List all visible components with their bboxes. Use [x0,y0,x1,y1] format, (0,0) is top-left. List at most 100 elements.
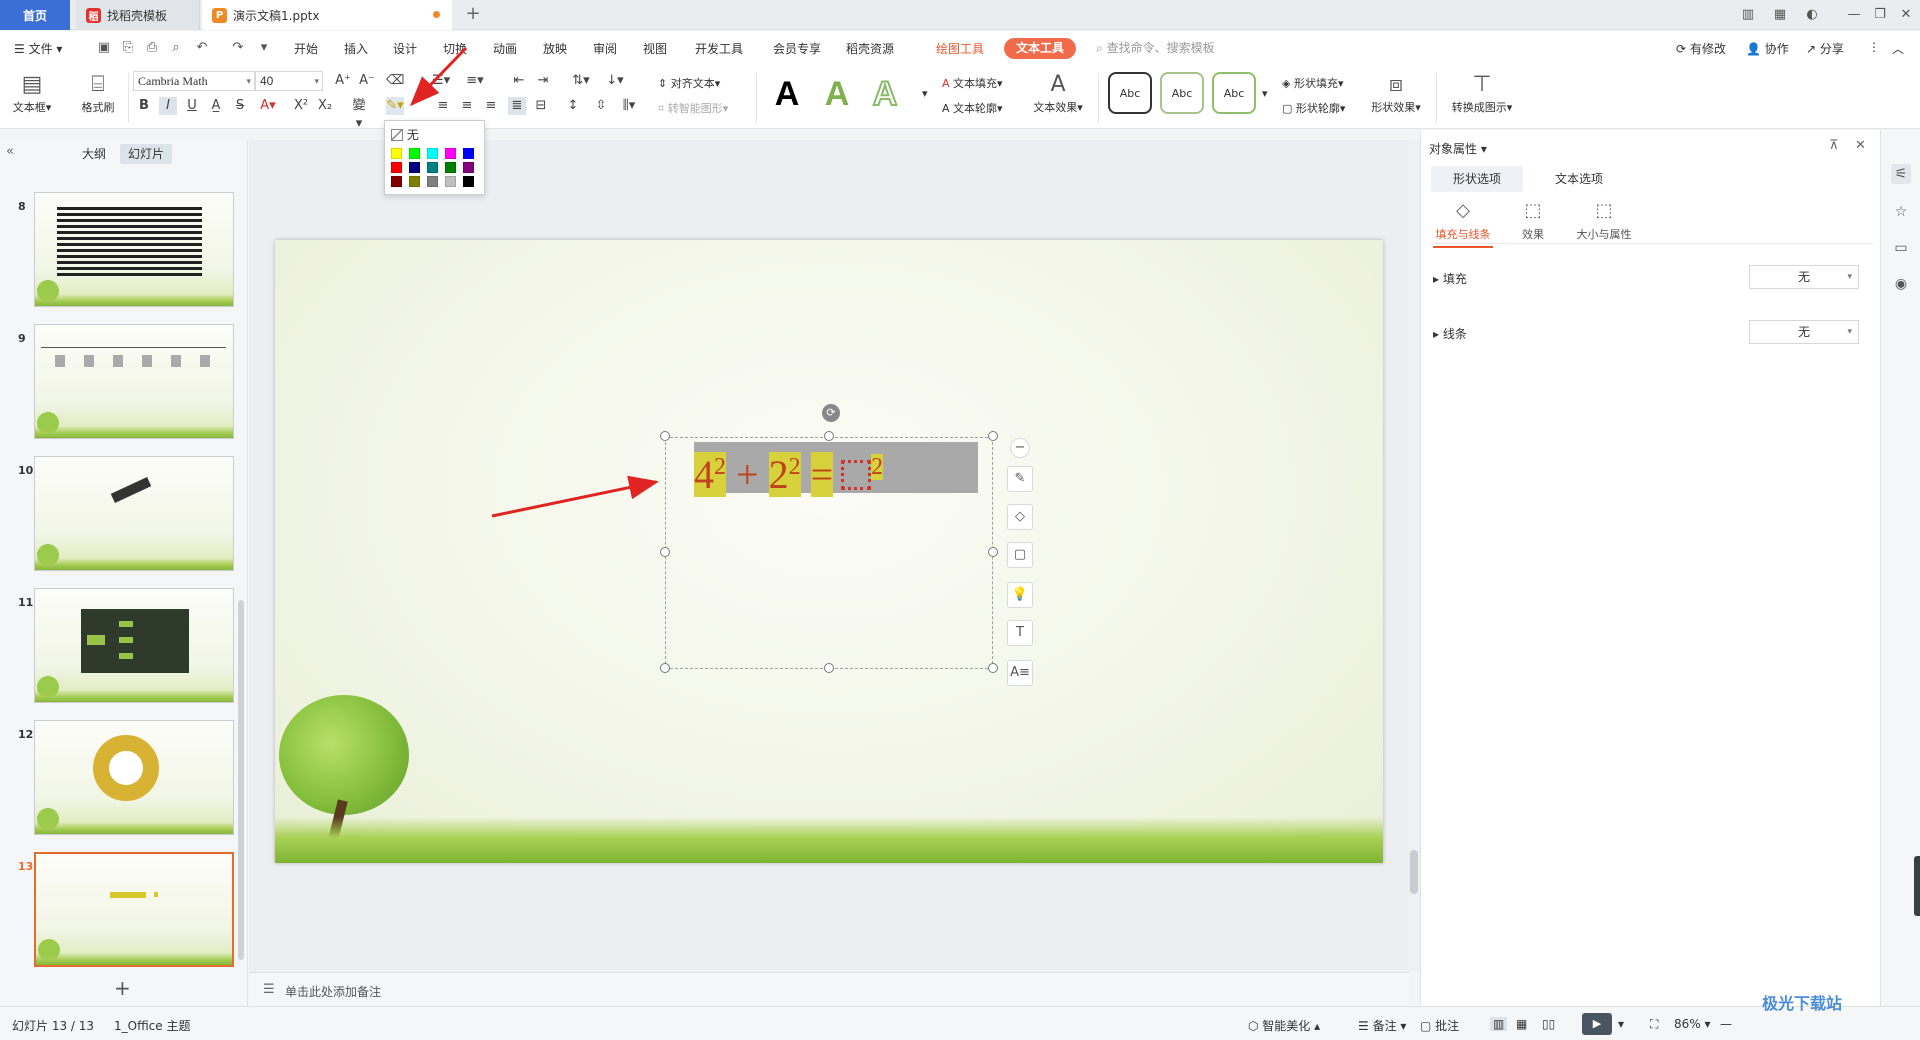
slide-sorter-icon[interactable]: ▦ [1516,1017,1527,1031]
restore-button[interactable]: ❐ [1868,4,1892,26]
highlight-swatch[interactable] [463,148,474,159]
text-style-green[interactable]: A [814,72,860,116]
grow-font-icon[interactable]: A⁺ [334,72,352,90]
menu-insert[interactable]: 插入 [344,40,368,57]
menu-drawing-tools[interactable]: 绘图工具 [936,40,984,57]
menu-transition[interactable]: 切换 [443,40,467,57]
highlight-swatch[interactable] [409,148,420,159]
print-icon[interactable]: ⎙ [144,40,160,56]
resize-handle[interactable] [988,547,998,557]
add-slide-button[interactable]: + [114,976,131,1000]
redo-icon[interactable]: ↷ [230,40,246,56]
superscript-icon[interactable]: X² [292,97,310,115]
underline-icon[interactable]: U [183,97,201,115]
highlight-swatch[interactable] [391,162,402,173]
text-outline-button[interactable]: A 文本轮廓▾ [942,100,1003,116]
tab-document[interactable]: P 演示文稿1.pptx [202,0,452,30]
more-styles-icon[interactable]: ▾ [922,87,928,100]
font-color-icon[interactable]: A▾ [259,97,277,115]
theme-name[interactable]: 1_Office 主题 [114,1017,190,1034]
collapse-tools-icon[interactable]: − [1010,438,1030,458]
notes-bar[interactable]: ☰ 单击此处添加备注 [249,972,1409,1006]
tab-shape-options[interactable]: 形状选项 [1431,166,1524,192]
notes-toggle[interactable]: ☰ 备注 ▾ [1358,1017,1406,1034]
zoom-select[interactable]: 86% ▾ [1674,1017,1711,1031]
highlight-color-icon[interactable]: ✎▾ [386,97,404,115]
decrease-indent-icon[interactable]: ⇤ [510,72,528,90]
shape-style-1[interactable]: Abc [1108,72,1152,114]
pen-icon[interactable]: ✎ [1007,466,1033,492]
clear-format-icon[interactable]: ⌫ [386,72,404,90]
fill-icon[interactable]: ◇ [1007,504,1033,530]
smart-shape-button[interactable]: ⌗ 转智能图形▾ [658,100,728,116]
menu-text-tools[interactable]: 文本工具 [1004,38,1077,59]
collapse-ribbon-icon[interactable]: ︿ [1892,40,1904,57]
tab-text-options[interactable]: 文本选项 [1533,166,1625,192]
slide-thumbnail-10[interactable] [34,456,234,571]
resize-handle[interactable] [660,663,670,673]
textbox-button[interactable]: ▤ 文本框▾ [10,71,54,115]
increase-indent-icon[interactable]: ⇥ [534,72,552,90]
tab-slides[interactable]: 幻灯片 [120,144,173,164]
menu-view[interactable]: 视图 [643,40,667,57]
side-handle[interactable] [1914,856,1920,916]
menu-developer[interactable]: 开发工具 [695,40,743,57]
slide-thumbnail-9[interactable] [34,324,234,439]
play-slideshow-button[interactable]: ▶ [1582,1013,1612,1035]
slide-thumbnail-11[interactable] [34,588,234,703]
tab-template[interactable]: 稻 找稻壳模板 [76,0,200,30]
numbering-icon[interactable]: ≡▾ [466,72,484,90]
resize-handle[interactable] [824,431,834,441]
smart-beautify-button[interactable]: ⬡ 智能美化 ▴ [1248,1017,1320,1034]
highlight-swatch[interactable] [409,176,420,187]
reading-view-icon[interactable]: ▯▯ [1542,1017,1555,1031]
minimize-button[interactable]: — [1842,4,1866,26]
align-left-icon[interactable]: ≡ [434,97,452,115]
text-shadow-icon[interactable]: A̲ [207,97,225,115]
highlight-swatch[interactable] [427,176,438,187]
highlight-swatch[interactable] [445,162,456,173]
animation-icon[interactable]: ☆ [1891,202,1911,222]
shrink-font-icon[interactable]: A⁻ [358,72,376,90]
text-fill-button[interactable]: A 文本填充▾ [942,75,1003,91]
subscript-icon[interactable]: X₂ [316,97,334,115]
collaborate-button[interactable]: 👤 协作 [1746,40,1789,57]
convert-diagram-button[interactable]: ⊤ 转换成图示▾ [1446,71,1518,115]
highlight-swatch[interactable] [391,148,402,159]
highlight-swatch[interactable] [391,176,402,187]
file-menu[interactable]: ☰ 文件 ▾ [14,40,62,57]
play-options-icon[interactable]: ▾ [1618,1017,1624,1031]
text-format-icon[interactable]: A≡ [1007,660,1033,686]
resize-handle[interactable] [660,547,670,557]
phonetic-icon[interactable]: 變▾ [350,97,368,131]
rotate-handle[interactable]: ⟳ [822,404,840,422]
highlight-swatch[interactable] [445,148,456,159]
avatar[interactable]: ◐ [1800,4,1824,26]
bold-icon[interactable]: B [135,97,153,115]
slides-icon[interactable]: ▭ [1891,238,1911,258]
bullets-icon[interactable]: ☰▾ [432,72,450,90]
text-convert-icon[interactable]: T [1007,620,1033,646]
text-effect-button[interactable]: A 文本效果▾ [1028,71,1088,115]
more-shape-styles-icon[interactable]: ▾ [1262,87,1268,100]
distribute-icon[interactable]: ⊟ [532,97,550,115]
tab-home[interactable]: 首页 [0,0,70,30]
slide-thumbnail-8[interactable] [34,192,234,307]
highlight-swatch[interactable] [427,148,438,159]
scroll-thumb[interactable] [1410,850,1418,894]
comments-toggle[interactable]: ▢ 批注 [1420,1017,1459,1034]
resize-handle[interactable] [660,431,670,441]
layout-icon[interactable]: ▥ [1736,4,1760,26]
properties-icon[interactable]: ⚟ [1891,164,1911,184]
shape-style-3[interactable]: Abc [1212,72,1256,114]
shape-style-2[interactable]: Abc [1160,72,1204,114]
slide-thumbnail-13[interactable] [34,852,234,967]
strikethrough-icon[interactable]: S [231,97,249,115]
share-button[interactable]: ↗ 分享 [1806,40,1844,57]
format-painter-button[interactable]: ⌸ 格式刷 [76,71,120,115]
highlight-swatch[interactable] [445,176,456,187]
location-icon[interactable]: ◉ [1891,274,1911,294]
collapse-panel-icon[interactable]: « [6,144,14,159]
outline-icon[interactable]: ▢ [1007,542,1033,568]
sub-tab-fill-line[interactable]: ◇ 填充与线条 [1433,200,1493,248]
